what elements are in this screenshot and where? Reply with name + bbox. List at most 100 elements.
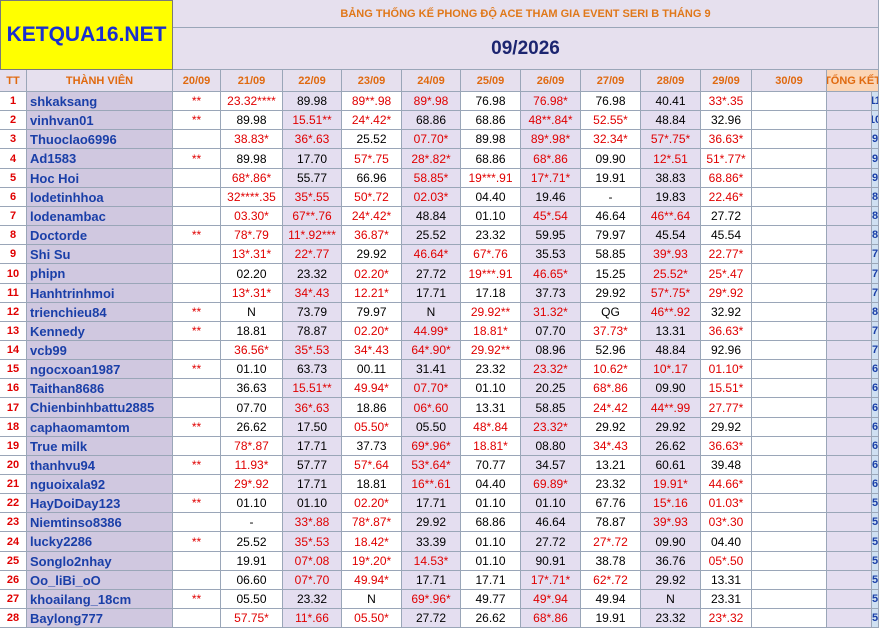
- score-cell[interactable]: 69.89*: [521, 475, 581, 494]
- score-cell[interactable]: 15.51**: [283, 379, 342, 398]
- score-cell[interactable]: 07*.70: [283, 571, 342, 590]
- score-cell[interactable]: [752, 513, 827, 532]
- score-cell[interactable]: 18.81*: [461, 437, 521, 456]
- score-cell[interactable]: [752, 130, 827, 149]
- score-cell[interactable]: 45.54: [641, 226, 701, 245]
- score-cell[interactable]: 58.85: [521, 398, 581, 418]
- member-name[interactable]: nguoixala92: [27, 475, 173, 494]
- member-name[interactable]: ngocxoan1987: [27, 360, 173, 379]
- score-cell[interactable]: 48.84: [641, 341, 701, 360]
- score-cell[interactable]: **: [173, 456, 221, 475]
- score-cell[interactable]: 04.40: [701, 532, 752, 552]
- score-cell[interactable]: 13.31: [701, 571, 752, 590]
- score-cell[interactable]: 19***.91: [461, 169, 521, 188]
- score-cell[interactable]: 23.32: [461, 226, 521, 245]
- score-cell[interactable]: 49*.94: [521, 590, 581, 609]
- score-cell[interactable]: [173, 437, 221, 456]
- score-cell[interactable]: 26.62: [461, 609, 521, 628]
- score-cell[interactable]: 49.77: [461, 590, 521, 609]
- score-cell[interactable]: 27.77*: [701, 398, 752, 418]
- score-cell[interactable]: 26.62: [641, 437, 701, 456]
- score-cell[interactable]: [752, 494, 827, 513]
- score-cell[interactable]: 17*.71*: [521, 571, 581, 590]
- score-cell[interactable]: **: [173, 303, 221, 322]
- score-cell[interactable]: 34*.43: [581, 437, 641, 456]
- score-cell[interactable]: 29.92: [342, 245, 402, 264]
- score-cell[interactable]: 69*.96*: [402, 590, 461, 609]
- score-cell[interactable]: 06*.60: [402, 398, 461, 418]
- score-cell[interactable]: 76.98*: [521, 92, 581, 111]
- score-cell[interactable]: 01.10: [283, 494, 342, 513]
- score-cell[interactable]: 57*.75: [342, 149, 402, 169]
- score-cell[interactable]: 22.46*: [701, 188, 752, 207]
- score-cell[interactable]: 32.96: [701, 111, 752, 130]
- score-cell[interactable]: 23.32: [283, 264, 342, 284]
- score-cell[interactable]: 24*.42: [581, 398, 641, 418]
- score-cell[interactable]: 17.70: [283, 149, 342, 169]
- score-cell[interactable]: 52.96: [581, 341, 641, 360]
- score-cell[interactable]: 27.72: [521, 532, 581, 552]
- score-cell[interactable]: 07.70: [521, 322, 581, 341]
- score-cell[interactable]: 10*.17: [641, 360, 701, 379]
- score-cell[interactable]: 01.10: [461, 207, 521, 226]
- score-cell[interactable]: 13.31: [641, 322, 701, 341]
- score-cell[interactable]: 05.50*: [342, 609, 402, 628]
- member-name[interactable]: lodenambac: [27, 207, 173, 226]
- score-cell[interactable]: 23.32: [461, 360, 521, 379]
- score-cell[interactable]: 46.65*: [521, 264, 581, 284]
- score-cell[interactable]: [752, 111, 827, 130]
- score-cell[interactable]: 35*.55: [283, 188, 342, 207]
- score-cell[interactable]: 76.98: [581, 92, 641, 111]
- score-cell[interactable]: 76.98: [461, 92, 521, 111]
- score-cell[interactable]: 78.87: [283, 322, 342, 341]
- score-cell[interactable]: 01.10*: [701, 360, 752, 379]
- score-cell[interactable]: 39*.93: [641, 513, 701, 532]
- score-cell[interactable]: 79.97: [342, 303, 402, 322]
- score-cell[interactable]: [752, 264, 827, 284]
- score-cell[interactable]: 13*.31*: [221, 284, 283, 303]
- score-cell[interactable]: 33*.35: [701, 92, 752, 111]
- score-cell[interactable]: 15.51*: [701, 379, 752, 398]
- score-cell[interactable]: 36.76: [641, 552, 701, 571]
- score-cell[interactable]: 23.32: [283, 590, 342, 609]
- score-cell[interactable]: [752, 590, 827, 609]
- score-cell[interactable]: 44.66*: [701, 475, 752, 494]
- member-name[interactable]: vcb99: [27, 341, 173, 360]
- score-cell[interactable]: 05.50: [221, 590, 283, 609]
- score-cell[interactable]: **: [173, 226, 221, 245]
- score-cell[interactable]: 04.40: [461, 188, 521, 207]
- score-cell[interactable]: [752, 284, 827, 303]
- member-name[interactable]: Hanhtrinhmoi: [27, 284, 173, 303]
- score-cell[interactable]: 25*.47: [701, 264, 752, 284]
- score-cell[interactable]: 33*.88: [283, 513, 342, 532]
- score-cell[interactable]: 48.84: [641, 111, 701, 130]
- score-cell[interactable]: 03.30*: [221, 207, 283, 226]
- score-cell[interactable]: 13.31: [461, 398, 521, 418]
- member-name[interactable]: Songlo2nhay: [27, 552, 173, 571]
- score-cell[interactable]: 15.51**: [283, 111, 342, 130]
- score-cell[interactable]: 36*.63: [283, 398, 342, 418]
- score-cell[interactable]: [752, 379, 827, 398]
- score-cell[interactable]: 19.46: [521, 188, 581, 207]
- score-cell[interactable]: 20.25: [521, 379, 581, 398]
- score-cell[interactable]: 05.50: [402, 418, 461, 437]
- score-cell[interactable]: [173, 552, 221, 571]
- member-name[interactable]: khoailang_18cm: [27, 590, 173, 609]
- score-cell[interactable]: 89.98: [221, 149, 283, 169]
- member-name[interactable]: Baylong777: [27, 609, 173, 628]
- score-cell[interactable]: **: [173, 590, 221, 609]
- score-cell[interactable]: 19.91: [581, 609, 641, 628]
- score-cell[interactable]: 89.98: [461, 130, 521, 149]
- score-cell[interactable]: [752, 552, 827, 571]
- score-cell[interactable]: 48.84: [402, 207, 461, 226]
- score-cell[interactable]: [752, 322, 827, 341]
- score-cell[interactable]: [173, 188, 221, 207]
- score-cell[interactable]: 58.85*: [402, 169, 461, 188]
- score-cell[interactable]: 48*.84: [461, 418, 521, 437]
- score-cell[interactable]: 50*.72: [342, 188, 402, 207]
- score-cell[interactable]: 01.10: [221, 360, 283, 379]
- score-cell[interactable]: 68*.86: [521, 609, 581, 628]
- score-cell[interactable]: 23.32: [581, 475, 641, 494]
- score-cell[interactable]: 49.94: [581, 590, 641, 609]
- score-cell[interactable]: 32.34*: [581, 130, 641, 149]
